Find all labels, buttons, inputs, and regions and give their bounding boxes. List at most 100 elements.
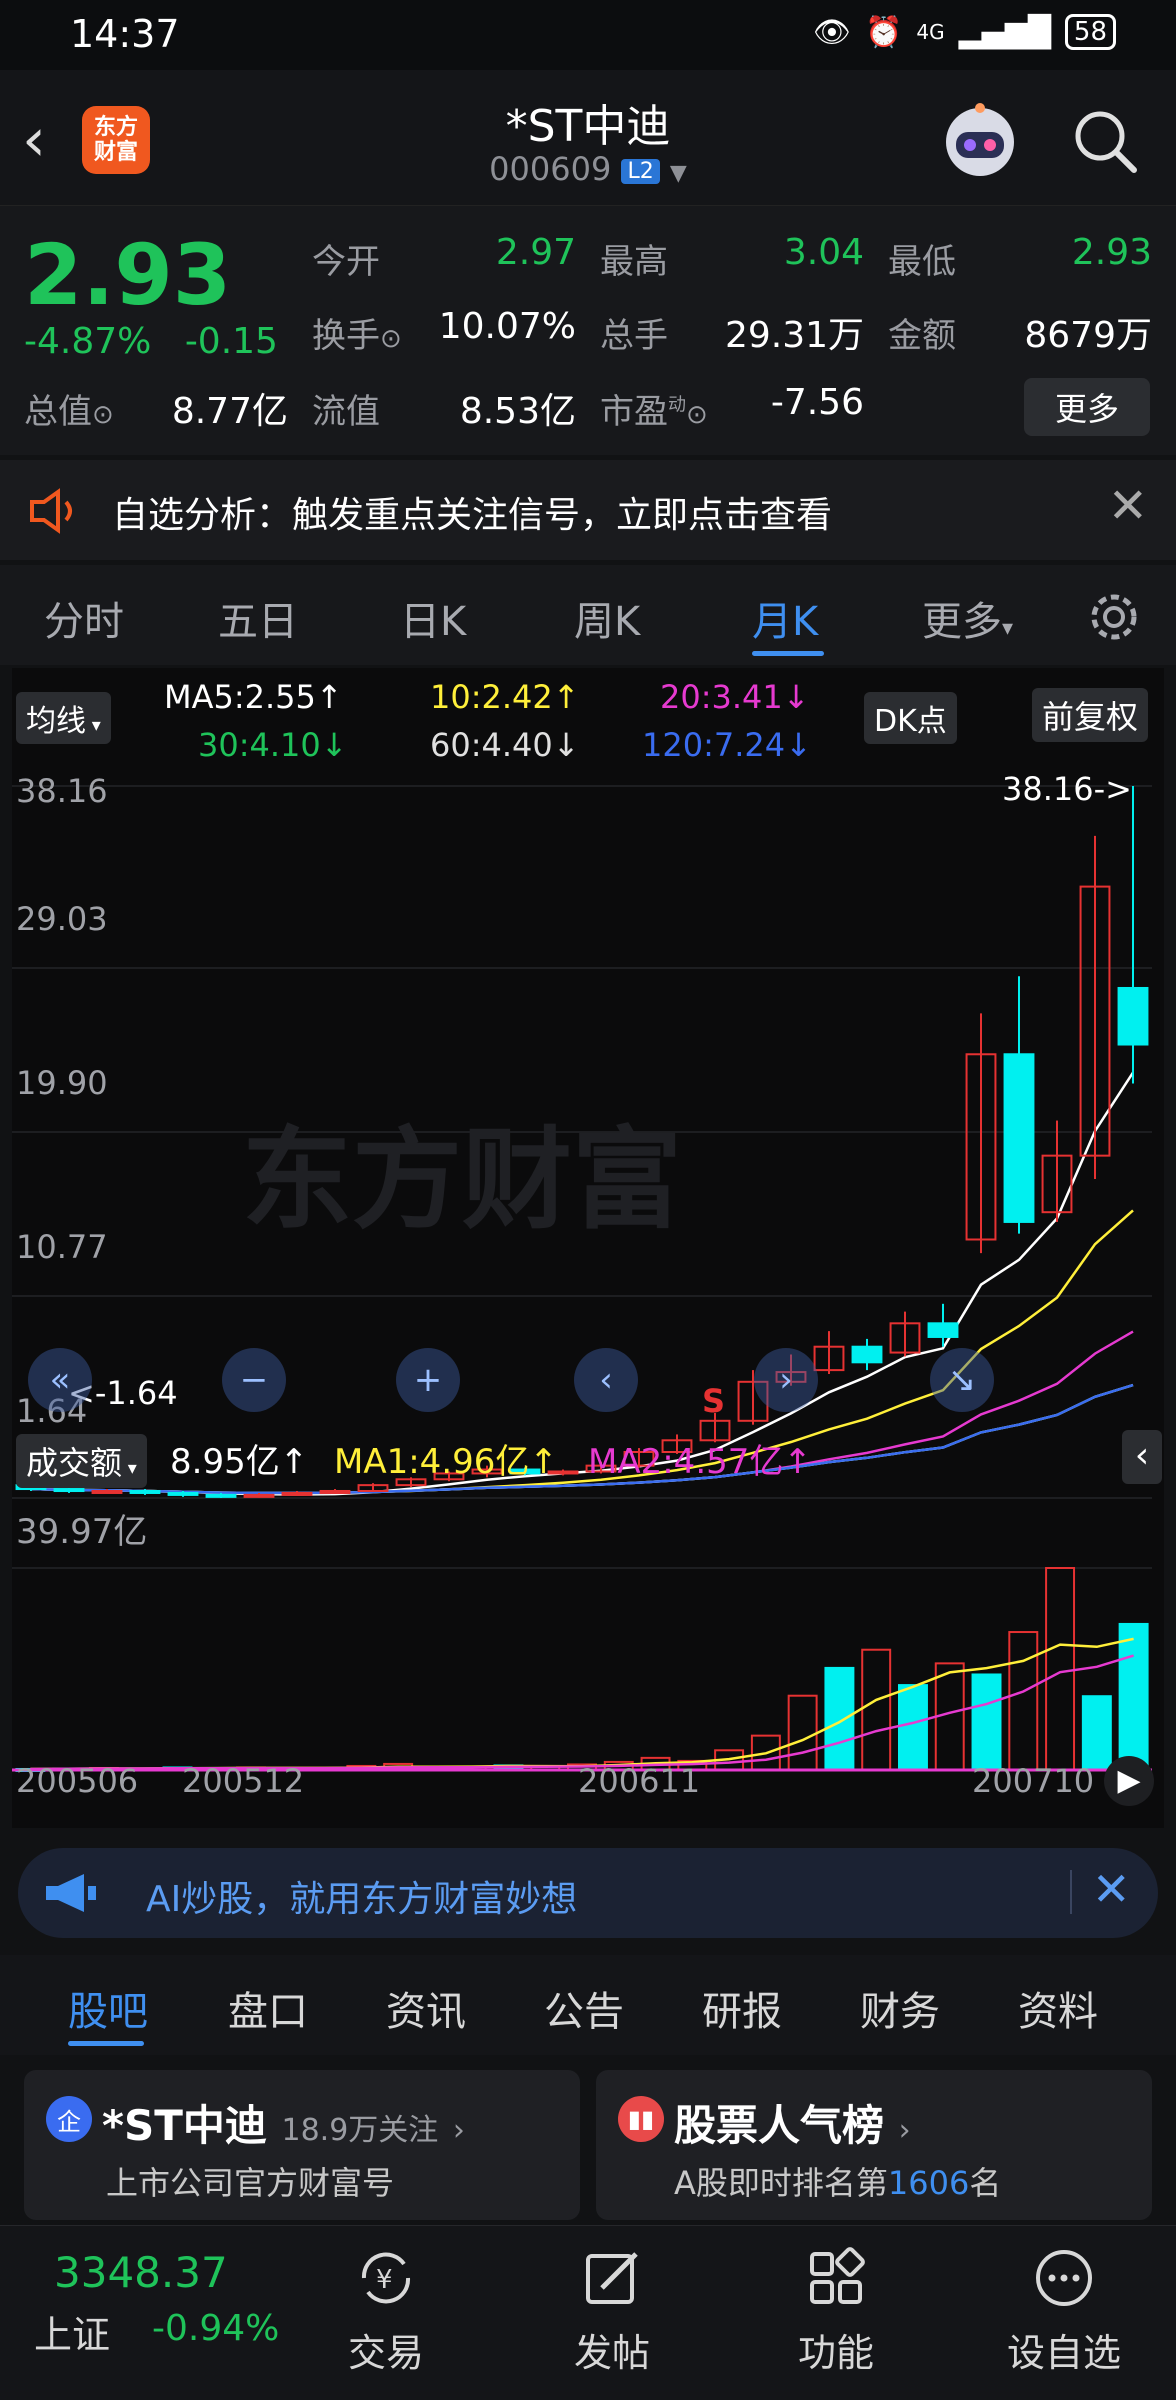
tab-research[interactable]: 研报	[702, 1979, 782, 2037]
tab-guba[interactable]: 股吧	[68, 1979, 148, 2037]
info-dots-icon: ⊙	[380, 324, 402, 354]
high-label: 最高	[600, 242, 668, 282]
float-value: 8.53亿	[459, 391, 576, 432]
ai-banner[interactable]: AI炒股，就用东方财富妙想 ✕	[18, 1848, 1158, 1938]
x-axis-label-2: 200512	[182, 1762, 305, 1800]
popularity-card-title: 股票人气榜 ›	[674, 2092, 911, 2153]
svg-text:¥: ¥	[376, 2265, 393, 2295]
price-axis-2: 29.03	[16, 900, 108, 938]
volume-label: 总手	[600, 316, 668, 356]
company-name: *ST中迪	[102, 2101, 267, 2150]
tab-finance[interactable]: 财务	[860, 1979, 940, 2037]
zoom-out-icon[interactable]: −	[222, 1348, 286, 1412]
status-icons: 👁 ⏰ 4G ▂▄▆█ 58	[813, 14, 1116, 50]
rank-number: 1606	[887, 2164, 970, 2202]
play-forward-icon[interactable]: ▶	[1104, 1756, 1154, 1806]
high-value: 3.04	[783, 232, 864, 273]
turnover-value: 10.07%	[438, 306, 576, 347]
ma20-label: 20:3.41↓	[660, 678, 810, 716]
step-left-icon[interactable]: ‹	[574, 1348, 638, 1412]
gear-icon[interactable]	[1086, 589, 1142, 645]
signal-bars-icon: ▂▄▆█	[958, 14, 1051, 50]
step-right-icon[interactable]: ›	[754, 1348, 818, 1412]
tab-news[interactable]: 资讯	[386, 1979, 466, 2037]
company-card-title: *ST中迪 18.9万关注 ›	[102, 2092, 465, 2153]
mktcap-label-text: 总值	[24, 392, 92, 432]
mktcap-label[interactable]: 总值⊙	[24, 384, 114, 433]
follower-count: 18.9万关注	[281, 2113, 439, 2148]
popularity-card[interactable]: ▮▮ 股票人气榜 › A股即时排名第1606名	[596, 2070, 1152, 2220]
info-tabs: 股吧 盘口 资讯 公告 研报 财务 资料	[0, 1955, 1176, 2055]
more-button[interactable]: 更多	[1024, 378, 1150, 436]
ma120-label: 120:7.24↓	[642, 726, 812, 764]
ma-selector[interactable]: 均线 ▾	[16, 692, 111, 744]
rank-suffix: 名	[969, 2164, 1002, 2202]
volume-ma1: MA1:4.96亿↑	[334, 1442, 558, 1482]
candle-body	[91, 1489, 123, 1494]
robot-assistant-icon[interactable]	[938, 98, 1022, 182]
info-dots-icon: ⊙	[686, 400, 708, 430]
enterprise-badge-icon: 企	[46, 2096, 92, 2142]
dropdown-caret-icon: ▼	[669, 161, 687, 186]
scroll-left-icon[interactable]: «	[28, 1348, 92, 1412]
volume-bar	[1081, 1695, 1112, 1771]
nav-trade[interactable]: ¥ 交易	[296, 2246, 476, 2377]
search-icon[interactable]	[1070, 106, 1140, 176]
ai-banner-text: AI炒股，就用东方财富妙想	[146, 1879, 578, 1920]
popularity-rank-line: A股即时排名第1606名	[674, 2158, 1001, 2204]
price-axis-4: 10.77	[16, 1228, 108, 1266]
ranking-chart-icon: ▮▮	[618, 2096, 664, 2142]
close-icon[interactable]: ✕	[1108, 478, 1148, 534]
tab-pankou[interactable]: 盘口	[228, 1979, 308, 2037]
candle-body	[281, 1491, 313, 1496]
nav-functions[interactable]: 功能	[746, 2246, 926, 2377]
dk-point-toggle[interactable]: DK点	[864, 692, 957, 744]
volume-selector[interactable]: 成交额 ▾	[16, 1434, 147, 1488]
volume-selector-label: 成交额	[26, 1444, 123, 1482]
rank-prefix: A股即时排名第	[674, 2164, 888, 2202]
pe-label[interactable]: 市盈动⊙	[600, 384, 708, 433]
active-tab-indicator	[68, 2041, 144, 2046]
chevron-right-icon: ›	[452, 2113, 465, 2148]
collapse-panel-icon[interactable]: ‹	[1122, 1430, 1162, 1484]
reset-icon[interactable]: ↘	[930, 1348, 994, 1412]
alarm-icon: ⏰	[865, 14, 903, 50]
pe-value: -7.56	[770, 382, 864, 423]
nav-add-watchlist[interactable]: 设自选	[974, 2246, 1154, 2377]
tab-more[interactable]: 更多▾	[922, 589, 1013, 647]
index-change[interactable]: -0.94%	[152, 2308, 279, 2349]
candle-body	[927, 1322, 959, 1338]
candle-body	[167, 1491, 199, 1496]
tab-weekly-k[interactable]: 周K	[574, 589, 640, 647]
volume-bar	[897, 1684, 928, 1771]
kline-chart-panel[interactable]: 均线 ▾ MA5:2.55↑ 10:2.42↑ 20:3.41↓ 30:4.10…	[12, 668, 1164, 1828]
watermark: 东方财富	[242, 1116, 682, 1244]
caret-down-icon: ▾	[1002, 616, 1014, 641]
candle-body	[1003, 1053, 1035, 1223]
price-axis-top: 38.16	[16, 772, 108, 810]
change-percent: -4.87%	[24, 321, 152, 362]
low-label: 最低	[888, 242, 956, 282]
caret-down-icon: ▾	[122, 1458, 137, 1479]
tab-announcements[interactable]: 公告	[544, 1979, 624, 2037]
level2-badge: L2	[621, 158, 660, 184]
adjust-selector[interactable]: 前复权	[1032, 688, 1149, 742]
alert-banner[interactable]: 自选分析：触发重点关注信号，立即点击查看 ✕	[0, 460, 1176, 560]
company-card[interactable]: 企 *ST中迪 18.9万关注 › 上市公司官方财富号	[24, 2070, 580, 2220]
volume-bar	[861, 1648, 892, 1771]
index-value[interactable]: 3348.37	[54, 2248, 228, 2297]
close-icon[interactable]: ✕	[1092, 1862, 1131, 1916]
tab-more-label: 更多	[922, 599, 1002, 645]
zoom-in-icon[interactable]: +	[396, 1348, 460, 1412]
tab-profile[interactable]: 资料	[1018, 1979, 1098, 2037]
index-name[interactable]: 上证	[34, 2304, 110, 2359]
turnover-label[interactable]: 换手⊙	[312, 308, 402, 357]
tab-five-day[interactable]: 五日	[218, 589, 298, 647]
tab-daily-k[interactable]: 日K	[400, 589, 466, 647]
tab-intraday[interactable]: 分时	[44, 589, 124, 647]
current-price: 2.93	[24, 226, 232, 324]
nav-trade-label: 交易	[347, 2331, 424, 2375]
tab-monthly-k[interactable]: 月K	[752, 589, 818, 647]
open-label: 今开	[312, 242, 380, 282]
nav-post[interactable]: 发帖	[522, 2246, 702, 2377]
